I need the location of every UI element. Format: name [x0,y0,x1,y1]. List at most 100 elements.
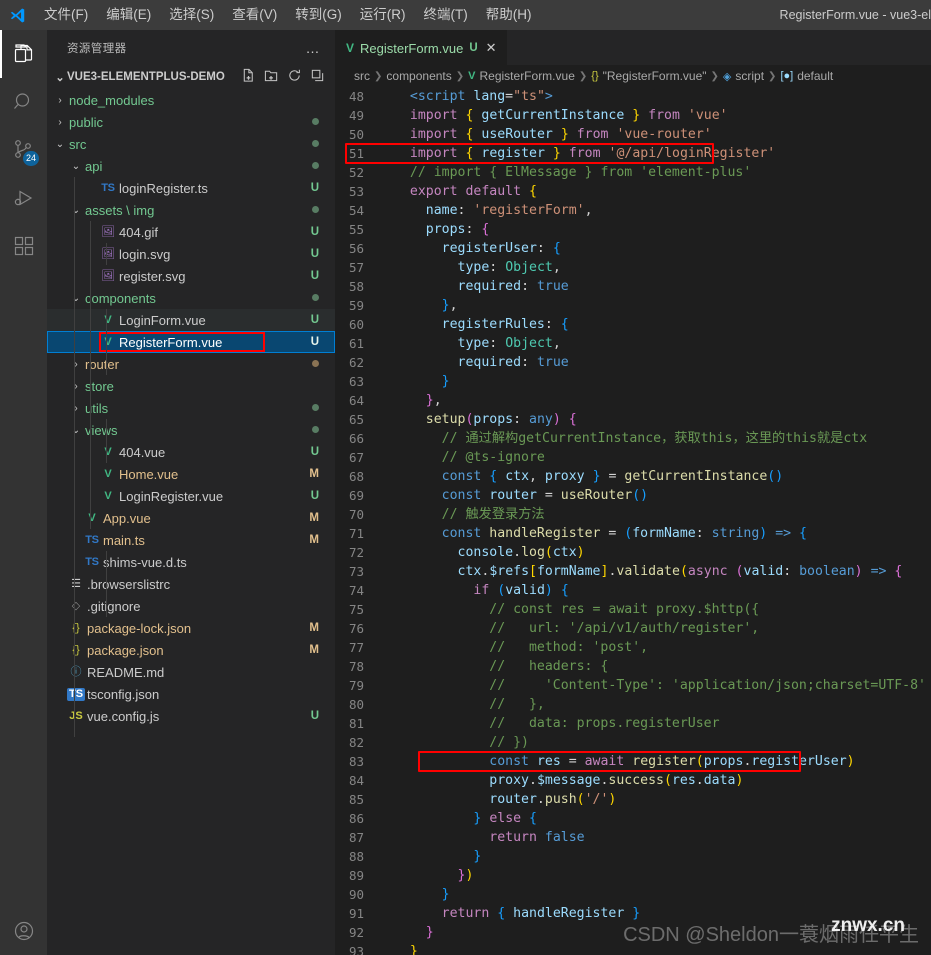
file-tree-item[interactable]: ☰ .browserslistrc [47,573,335,595]
breadcrumb-item-file[interactable]: V RegisterForm.vue [468,69,575,83]
code-line[interactable]: 60 registerRules: { [335,315,931,334]
run-and-debug-icon[interactable] [0,174,47,222]
code-line[interactable]: 68 const { ctx, proxy } = getCurrentInst… [335,467,931,486]
code-line[interactable]: 80 // }, [335,695,931,714]
code-line[interactable]: 75 // const res = await proxy.$http({ [335,600,931,619]
menu-terminal[interactable]: 终端(T) [415,2,477,28]
code-line[interactable]: 55 props: { [335,220,931,239]
code-line[interactable]: 66 // 通过解构getCurrentInstance，获取this，这里的t… [335,429,931,448]
explorer-root-folder[interactable]: ⌄ VUE3-ELEMENTPLUS-DEMO [47,65,335,89]
code-line[interactable]: 74 if (valid) { [335,581,931,600]
code-line[interactable]: 78 // headers: { [335,657,931,676]
breadcrumb-item-default[interactable]: [●] default [780,69,833,83]
code-line[interactable]: 51 import { register } from '@/api/login… [335,144,931,163]
code-line[interactable]: 76 // url: '/api/v1/auth/register', [335,619,931,638]
code-line[interactable]: 69 const router = useRouter() [335,486,931,505]
file-tree-item[interactable]: ⌄ src [47,133,335,155]
code-line[interactable]: 57 type: Object, [335,258,931,277]
file-tree-item[interactable]: › public [47,111,335,133]
chevron-right-icon[interactable]: › [69,403,83,414]
menu-file[interactable]: 文件(F) [35,2,97,28]
code-line[interactable]: 85 router.push('/') [335,790,931,809]
code-line[interactable]: 59 }, [335,296,931,315]
refresh-icon[interactable] [287,68,302,86]
code-line[interactable]: 72 console.log(ctx) [335,543,931,562]
file-tree-item[interactable]: JS vue.config.js U [47,705,335,727]
close-icon[interactable]: ✕ [486,40,497,56]
sidebar-more-actions-icon[interactable]: … [300,40,328,56]
code-line[interactable]: 62 required: true [335,353,931,372]
explorer-icon[interactable] [0,30,47,78]
file-tree-item[interactable]: {} package.json M [47,639,335,661]
code-line[interactable]: 88 } [335,847,931,866]
code-line[interactable]: 70 // 触发登录方法 [335,505,931,524]
code-line[interactable]: 65 setup(props: any) { [335,410,931,429]
code-line[interactable]: 93 } [335,942,931,955]
code-line[interactable]: 52 // import { ElMessage } from 'element… [335,163,931,182]
menu-run[interactable]: 运行(R) [351,2,415,28]
file-tree-item[interactable]: TS tsconfig.json [47,683,335,705]
new-file-icon[interactable] [241,68,256,86]
code-line[interactable]: 63 } [335,372,931,391]
breadcrumb[interactable]: src ❯ components ❯ V RegisterForm.vue ❯ {… [335,65,931,87]
tab-registerform-vue[interactable]: V RegisterForm.vue U ✕ [335,30,507,65]
code-line[interactable]: 64 }, [335,391,931,410]
code-line[interactable]: 77 // method: 'post', [335,638,931,657]
code-line[interactable]: 89 }) [335,866,931,885]
breadcrumb-item-symbol-file[interactable]: {} "RegisterForm.vue" [591,69,706,83]
code-line[interactable]: 87 return false [335,828,931,847]
code-line[interactable]: 79 // 'Content-Type': 'application/json;… [335,676,931,695]
file-tree-item[interactable]: {} package-lock.json M [47,617,335,639]
chevron-down-icon[interactable]: ⌄ [69,293,83,304]
file-tree-item[interactable]: TS loginRegister.ts U [47,177,335,199]
chevron-right-icon[interactable]: › [53,95,67,106]
search-icon[interactable] [0,78,47,126]
code-line[interactable]: 48 <script lang="ts"> [335,87,931,106]
code-line[interactable]: 53 export default { [335,182,931,201]
code-line[interactable]: 86 } else { [335,809,931,828]
code-line[interactable]: 92 } [335,923,931,942]
new-folder-icon[interactable] [264,68,279,86]
file-tree-item[interactable]: › node_modules [47,89,335,111]
chevron-right-icon[interactable]: › [53,117,67,128]
code-line[interactable]: 81 // data: props.registerUser [335,714,931,733]
code-line[interactable]: 90 } [335,885,931,904]
chevron-down-icon[interactable]: ⌄ [53,71,67,84]
code-editor[interactable]: 48 <script lang="ts"> 49 import { getCurr… [335,87,931,955]
menu-go[interactable]: 转到(G) [286,2,351,28]
code-line[interactable]: 73 ctx.$refs[formName].validate(async (v… [335,562,931,581]
code-line[interactable]: 84 proxy.$message.success(res.data) [335,771,931,790]
file-tree-item[interactable]: TS main.ts M [47,529,335,551]
code-line[interactable]: 50 import { useRouter } from 'vue-router… [335,125,931,144]
menu-view[interactable]: 查看(V) [223,2,286,28]
chevron-down-icon[interactable]: ⌄ [69,161,83,172]
file-tree-item[interactable]: ◇ .gitignore [47,595,335,617]
collapse-all-icon[interactable] [310,68,325,86]
chevron-down-icon[interactable]: ⌄ [53,139,67,150]
chevron-right-icon[interactable]: › [69,381,83,392]
menu-bar[interactable]: 文件(F) 编辑(E) 选择(S) 查看(V) 转到(G) 运行(R) 终端(T… [35,2,541,28]
code-line[interactable]: 58 required: true [335,277,931,296]
file-tree[interactable]: › node_modules › public ⌄ src ⌄ api TS loginRegis… [47,89,335,955]
menu-edit[interactable]: 编辑(E) [97,2,160,28]
extensions-icon[interactable] [0,222,47,270]
code-line[interactable]: 71 const handleRegister = (formName: str… [335,524,931,543]
chevron-down-icon[interactable]: ⌄ [69,205,83,216]
code-line[interactable]: 56 registerUser: { [335,239,931,258]
file-tree-item[interactable]: ⌄ assets \ img [47,199,335,221]
menu-help[interactable]: 帮助(H) [477,2,541,28]
breadcrumb-item-components[interactable]: components [386,69,451,83]
menu-selection[interactable]: 选择(S) [160,2,223,28]
source-control-icon[interactable]: 24 [0,126,47,174]
account-icon[interactable] [0,907,47,955]
chevron-down-icon[interactable]: ⌄ [69,425,83,436]
file-tree-item[interactable]: ⓘ README.md [47,661,335,683]
code-line[interactable]: 67 // @ts-ignore [335,448,931,467]
code-line[interactable]: 83 const res = await register(props.regi… [335,752,931,771]
breadcrumb-item-script[interactable]: ◈ script [723,69,764,83]
code-line[interactable]: 82 // }) [335,733,931,752]
chevron-right-icon[interactable]: › [69,359,83,370]
breadcrumb-item-src[interactable]: src [354,69,370,83]
code-line[interactable]: 61 type: Object, [335,334,931,353]
file-tree-item[interactable]: ⌄ api [47,155,335,177]
